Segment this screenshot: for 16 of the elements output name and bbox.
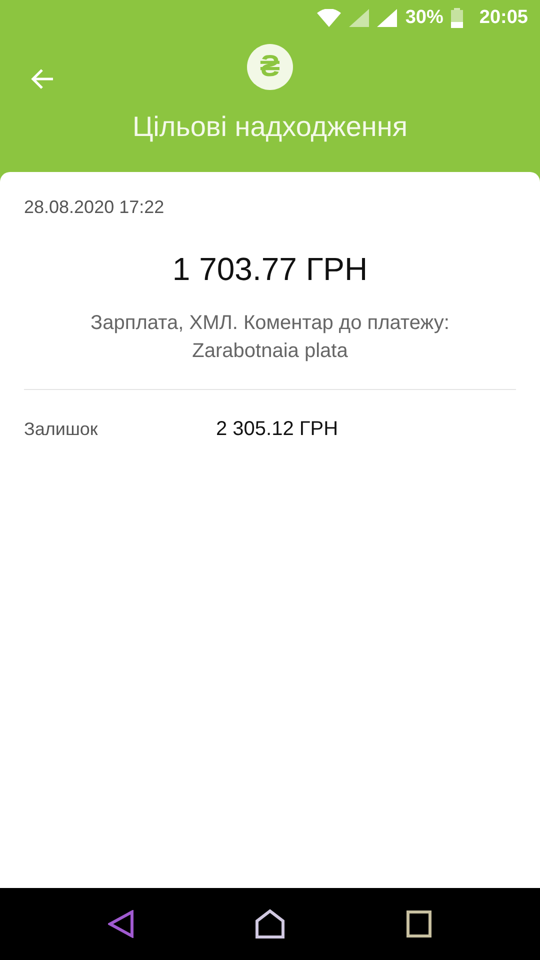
signal-icon <box>377 9 398 27</box>
page-title: Цільові надходження <box>132 110 408 144</box>
hryvnia-logo: ₴ <box>247 44 293 90</box>
clock-time: 20:05 <box>479 6 528 30</box>
detail-label: Залишок <box>24 418 99 440</box>
home-nav-icon[interactable] <box>254 909 285 939</box>
battery-icon <box>451 8 464 28</box>
back-nav-icon[interactable] <box>108 910 134 938</box>
transaction-description: Зарплата, ХМЛ. Коментар до платежу: Zarabotnaia plata <box>90 311 450 364</box>
detail-value: 2 305.12 ГРН <box>216 417 338 442</box>
transaction-datetime: 28.08.2020 17:22 <box>24 196 166 219</box>
transaction-amount: 1 703.77 ГРН <box>172 251 368 287</box>
battery-percent: 30% <box>405 6 444 30</box>
signal-icon <box>349 9 370 27</box>
recent-apps-icon[interactable] <box>406 910 432 938</box>
wifi-icon <box>317 9 342 27</box>
